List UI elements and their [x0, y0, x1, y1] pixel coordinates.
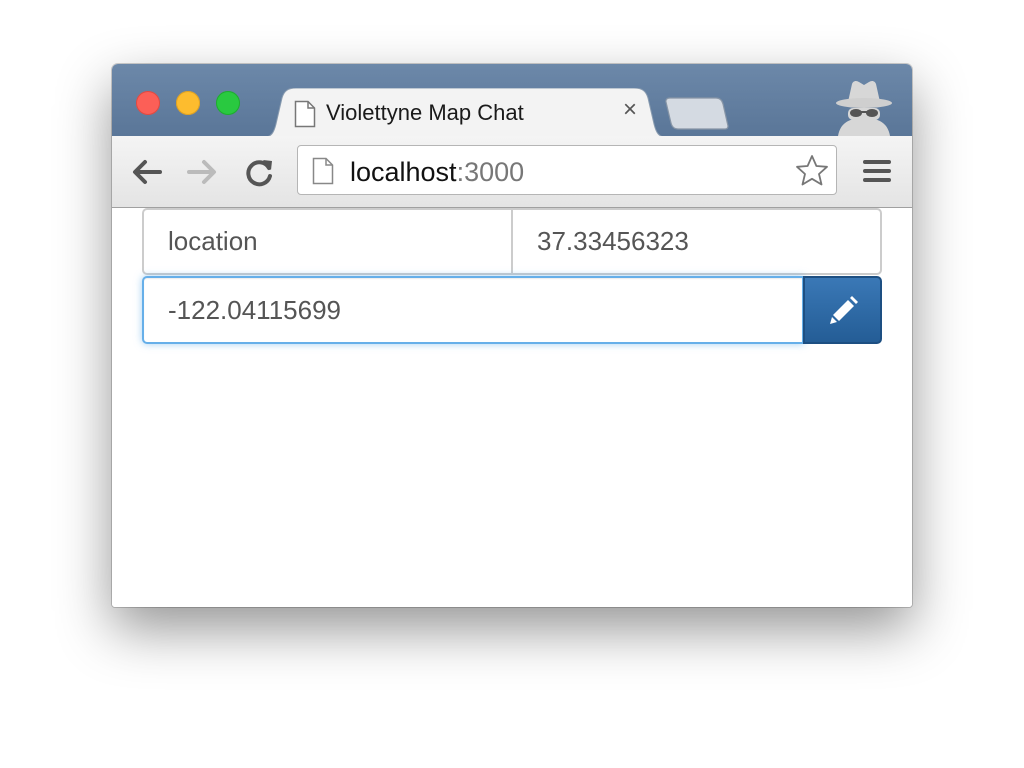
hamburger-menu-icon[interactable]	[860, 154, 894, 188]
star-icon[interactable]	[794, 153, 830, 189]
page-icon	[294, 100, 316, 128]
back-arrow-icon[interactable]	[129, 156, 165, 188]
new-tab-button[interactable]	[664, 96, 730, 130]
reload-icon[interactable]	[242, 156, 278, 188]
pencil-icon	[830, 296, 858, 324]
url-port: :3000	[456, 157, 525, 187]
latitude-input[interactable]	[512, 208, 882, 275]
forward-arrow-icon[interactable]	[184, 156, 220, 188]
url-text: localhost:3000	[350, 157, 524, 188]
page-content	[112, 208, 912, 607]
edit-submit-button[interactable]	[803, 276, 882, 344]
page-icon	[312, 157, 334, 185]
title-bar: Violettyne Map Chat ×	[112, 64, 912, 138]
browser-toolbar: localhost:3000	[112, 136, 912, 208]
close-window-button[interactable]	[136, 91, 160, 115]
incognito-icon	[836, 80, 892, 136]
minimize-window-button[interactable]	[176, 91, 200, 115]
location-input[interactable]	[142, 208, 512, 275]
browser-tab[interactable]: Violettyne Map Chat ×	[260, 88, 670, 138]
browser-window: Violettyne Map Chat × localhost:3000 loc…	[112, 64, 912, 607]
longitude-input[interactable]	[142, 276, 804, 344]
url-host: localhost	[350, 157, 457, 187]
address-bar[interactable]: localhost:3000	[297, 145, 837, 195]
maximize-window-button[interactable]	[216, 91, 240, 115]
tab-title: Violettyne Map Chat	[326, 100, 524, 125]
tab-close-icon[interactable]: ×	[618, 98, 642, 122]
